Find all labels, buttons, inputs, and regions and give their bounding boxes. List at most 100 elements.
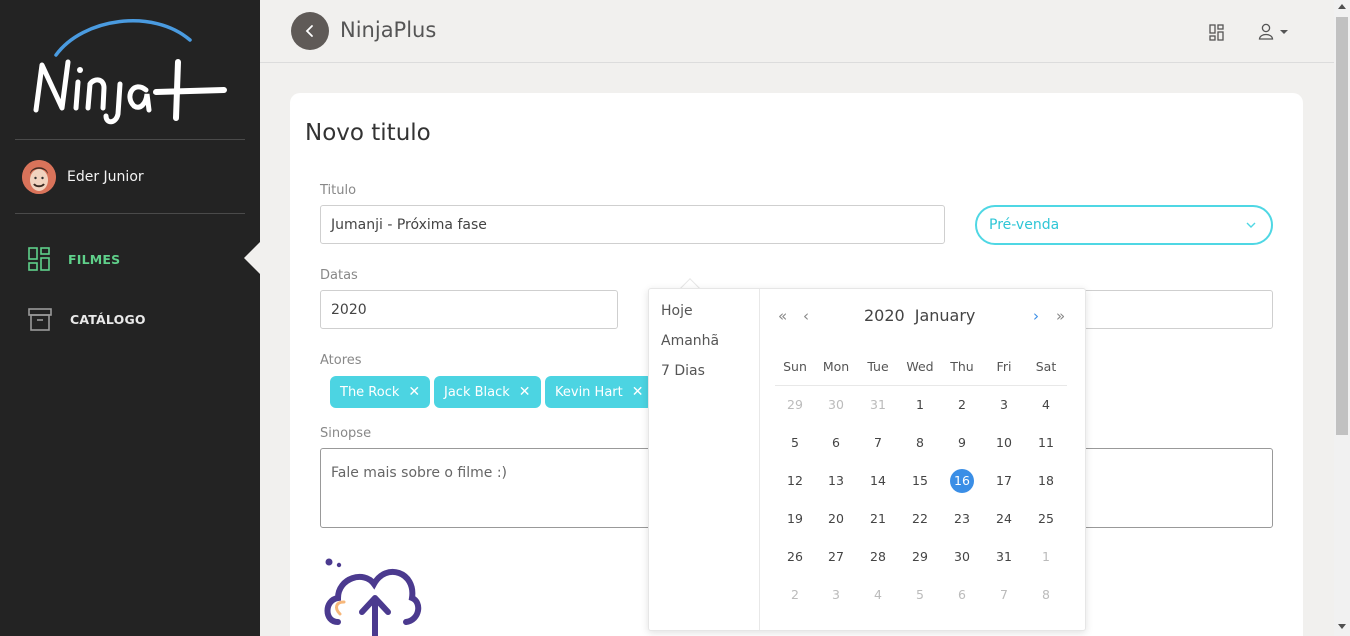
user-name: Eder Junior [67, 169, 144, 185]
user-profile[interactable]: Eder Junior [22, 160, 144, 194]
datas-input[interactable]: 2020 [320, 290, 618, 329]
calendar-day[interactable]: 11 [1034, 431, 1058, 455]
calendar-day[interactable]: 29 [908, 545, 932, 569]
calendar-day[interactable]: 20 [824, 507, 848, 531]
weekday-label: Sat [1035, 359, 1057, 374]
actor-tag-label: Jack Black [444, 384, 510, 400]
calendar-day[interactable]: 14 [866, 469, 890, 493]
calendar-day[interactable]: 3 [992, 393, 1016, 417]
ninja-plus-logo[interactable] [28, 10, 233, 128]
preset-7-dias[interactable]: 7 Dias [649, 361, 759, 391]
caret-down-icon [1280, 29, 1288, 34]
titulo-value: Jumanji - Próxima fase [331, 216, 487, 233]
scroll-down-arrow[interactable] [1338, 624, 1346, 629]
calendar-month[interactable]: January [915, 306, 976, 325]
datas-label: Datas [320, 268, 358, 283]
remove-tag-icon[interactable]: ✕ [519, 384, 531, 400]
calendar-day[interactable]: 3 [824, 583, 848, 607]
atores-label: Atores [320, 353, 362, 368]
scroll-thumb[interactable] [1336, 17, 1348, 435]
sidebar-divider [15, 139, 245, 140]
calendar-day[interactable]: 5 [908, 583, 932, 607]
calendar-day[interactable]: 18 [1034, 469, 1058, 493]
calendar-day[interactable]: 22 [908, 507, 932, 531]
scroll-up-arrow[interactable] [1338, 4, 1346, 9]
remove-tag-icon[interactable]: ✕ [632, 384, 644, 400]
sidebar-divider [15, 213, 245, 214]
calendar-day[interactable]: 7 [866, 431, 890, 455]
remove-tag-icon[interactable]: ✕ [408, 384, 420, 400]
calendar-day[interactable]: 5 [783, 431, 807, 455]
next-year-icon[interactable]: » [1056, 307, 1065, 325]
weekday-label: Sun [783, 359, 807, 374]
calendar-day[interactable]: 12 [783, 469, 807, 493]
calendar-day[interactable]: 28 [866, 545, 890, 569]
titulo-input[interactable]: Jumanji - Próxima fase [320, 205, 945, 244]
active-indicator [244, 242, 260, 274]
calendar-header: « ‹ 2020 January › » [760, 289, 1086, 343]
calendar-day[interactable]: 27 [824, 545, 848, 569]
user-menu[interactable] [1258, 23, 1289, 40]
prev-month-icon[interactable]: ‹ [803, 307, 809, 325]
calendar-day[interactable]: 31 [992, 545, 1016, 569]
date-picker-popup: Hoje Amanhã 7 Dias « ‹ 2020 January › » S… [648, 288, 1086, 631]
calendar-day[interactable]: 8 [908, 431, 932, 455]
calendar-day[interactable]: 24 [992, 507, 1016, 531]
actor-tag[interactable]: Kevin Hart ✕ [545, 376, 654, 408]
calendar-title[interactable]: 2020 January [864, 306, 985, 325]
calendar-day[interactable]: 26 [783, 545, 807, 569]
calendar-day[interactable]: 1 [908, 393, 932, 417]
sidebar-item-label: FILMES [68, 251, 121, 267]
sinopse-label: Sinopse [320, 426, 372, 441]
calendar-day[interactable]: 21 [866, 507, 890, 531]
calendar-day[interactable]: 13 [824, 469, 848, 493]
layout-grid-icon[interactable] [1209, 24, 1224, 41]
upload-cloud-icon[interactable] [322, 556, 422, 636]
calendar-day[interactable]: 6 [950, 583, 974, 607]
calendar-day[interactable]: 15 [908, 469, 932, 493]
calendar-day[interactable]: 16 [950, 469, 974, 493]
calendar-day[interactable]: 19 [783, 507, 807, 531]
weekday-label: Mon [822, 359, 850, 374]
calendar-day[interactable]: 31 [866, 393, 890, 417]
sidebar-item-catalogo[interactable]: CATÁLOGO [28, 306, 146, 332]
scrollbar[interactable] [1334, 0, 1350, 636]
actor-tag[interactable]: Jack Black ✕ [434, 376, 541, 408]
prev-year-icon[interactable]: « [778, 307, 787, 325]
calendar-day[interactable]: 4 [866, 583, 890, 607]
chevron-left-icon [305, 25, 313, 37]
calendar-day[interactable]: 10 [992, 431, 1016, 455]
back-button[interactable] [291, 12, 329, 50]
preset-hoje[interactable]: Hoje [649, 301, 759, 331]
sidebar-item-filmes[interactable]: FILMES [28, 246, 120, 272]
calendar-day[interactable]: 8 [1034, 583, 1058, 607]
calendar-day[interactable]: 9 [950, 431, 974, 455]
preset-amanha[interactable]: Amanhã [649, 331, 759, 361]
sinopse-placeholder: Fale mais sobre o filme :) [331, 465, 508, 481]
calendar-year[interactable]: 2020 [864, 306, 905, 325]
calendar-day[interactable]: 17 [992, 469, 1016, 493]
status-select[interactable]: Pré-venda [975, 205, 1273, 245]
calendar-day[interactable]: 4 [1034, 393, 1058, 417]
calendar-day[interactable]: 29 [783, 393, 807, 417]
actor-tag[interactable]: The Rock ✕ [330, 376, 431, 408]
user-icon [1258, 23, 1274, 40]
calendar-day[interactable]: 7 [992, 583, 1016, 607]
next-month-icon[interactable]: › [1033, 307, 1039, 325]
datas-value: 2020 [331, 301, 367, 318]
calendar-day[interactable]: 2 [950, 393, 974, 417]
actor-tag-label: The Rock [340, 384, 400, 400]
calendar-day[interactable]: 1 [1034, 545, 1058, 569]
calendar-day[interactable]: 2 [783, 583, 807, 607]
weekday-label: Thu [950, 359, 974, 374]
calendar-day[interactable]: 30 [824, 393, 848, 417]
calendar-day[interactable]: 23 [950, 507, 974, 531]
calendar-day[interactable]: 25 [1034, 507, 1058, 531]
weekday-row: Sun Mon Tue Wed Thu Fri Sat [775, 357, 1067, 386]
grid-icon [28, 247, 50, 271]
page-title: Novo titulo [305, 120, 431, 146]
calendar-day[interactable]: 30 [950, 545, 974, 569]
app-title: NinjaPlus [340, 18, 437, 42]
secondary-input[interactable] [1070, 290, 1273, 329]
calendar-day[interactable]: 6 [824, 431, 848, 455]
